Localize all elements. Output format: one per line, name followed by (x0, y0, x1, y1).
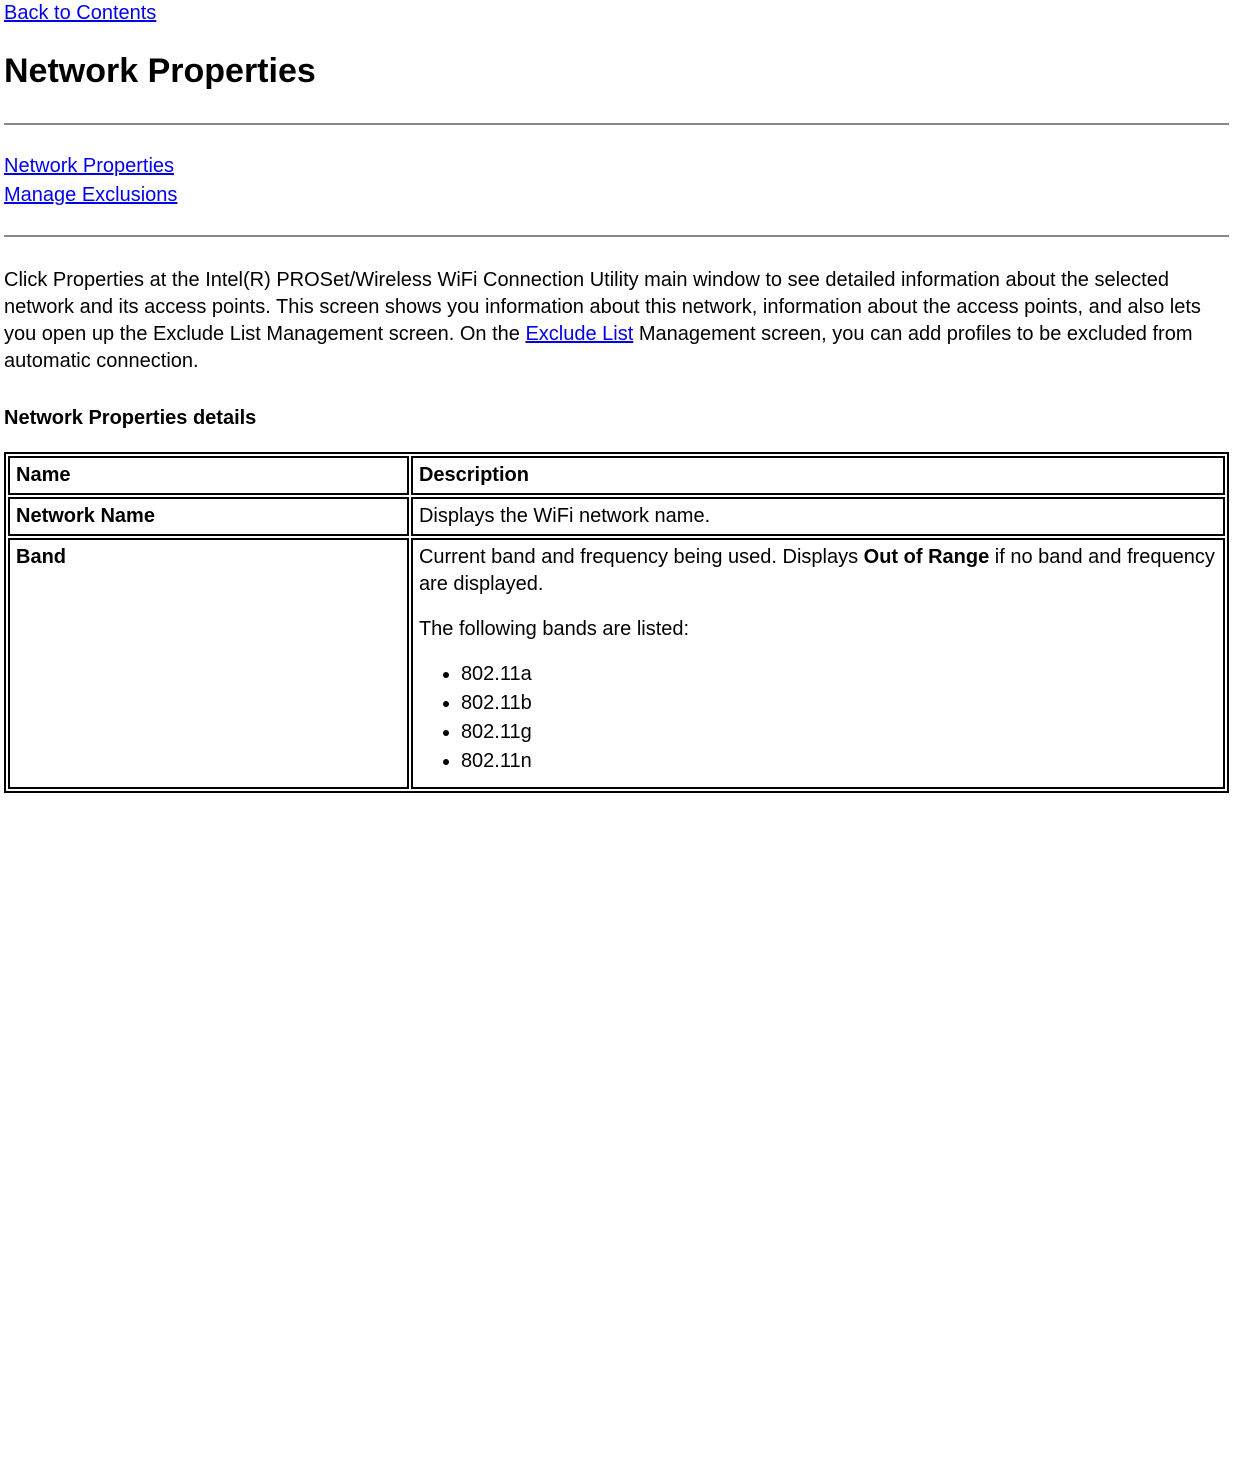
page-title: Network Properties (4, 49, 1229, 95)
divider-top (4, 123, 1229, 125)
row-name-network-name: Network Name (8, 497, 409, 536)
row-name-band: Band (8, 538, 409, 789)
details-table: Name Description Network Name Displays t… (4, 452, 1229, 793)
list-item: 802.11a (461, 661, 1217, 688)
band-desc-text-1: Current band and frequency being used. D… (419, 546, 864, 568)
col-header-name: Name (8, 456, 409, 495)
list-item: 802.11g (461, 719, 1217, 746)
row-desc-band: Current band and frequency being used. D… (411, 538, 1225, 789)
list-item: 802.11b (461, 690, 1217, 717)
band-desc-text-3: The following bands are listed: (419, 616, 1217, 643)
row-name-label: Band (16, 546, 66, 568)
table-header-row: Name Description (8, 456, 1225, 495)
col-header-description: Description (411, 456, 1225, 495)
table-row: Network Name Displays the WiFi network n… (8, 497, 1225, 536)
toc-link-manage-exclusions[interactable]: Manage Exclusions (4, 182, 1229, 209)
toc-links: Network Properties Manage Exclusions (4, 153, 1229, 209)
back-to-contents-link[interactable]: Back to Contents (4, 2, 156, 24)
row-desc-network-name: Displays the WiFi network name. (411, 497, 1225, 536)
toc-link-network-properties[interactable]: Network Properties (4, 153, 1229, 180)
exclude-list-link[interactable]: Exclude List (525, 323, 633, 345)
row-name-label: Network Name (16, 505, 155, 527)
table-row: Band Current band and frequency being us… (8, 538, 1225, 789)
band-list: 802.11a 802.11b 802.11g 802.11n (419, 661, 1217, 775)
details-subheading: Network Properties details (4, 405, 1229, 432)
band-desc-bold: Out of Range (864, 546, 990, 568)
divider-mid (4, 235, 1229, 237)
intro-paragraph: Click Properties at the Intel(R) PROSet/… (4, 267, 1229, 375)
back-link-container: Back to Contents (4, 0, 1229, 27)
list-item: 802.11n (461, 748, 1217, 775)
